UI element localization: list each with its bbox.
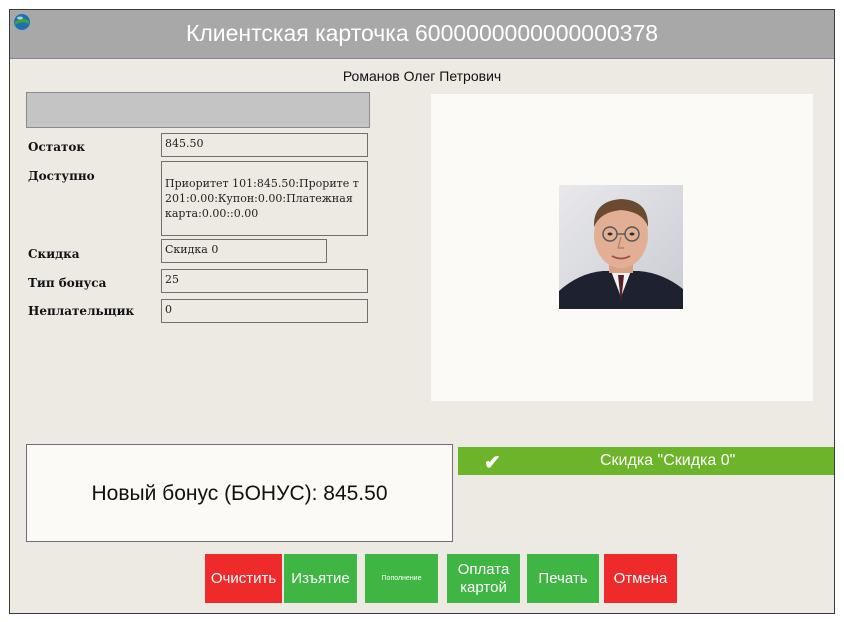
title-bar: Клиентская карточка 6000000000000000378 xyxy=(10,10,834,59)
available-label: Доступно xyxy=(28,169,95,183)
bonus-type-field[interactable]: 25 xyxy=(161,269,368,293)
card-status-bar xyxy=(26,92,370,128)
card-payment-label-line2: картой xyxy=(460,578,507,596)
non-payer-label: Неплательщик xyxy=(28,304,135,318)
discount-status-text: Скидка "Скидка 0" xyxy=(600,452,736,469)
client-name: Романов Олег Петрович xyxy=(342,68,502,84)
checkmark-icon: ✔ xyxy=(484,452,501,474)
bonus-text: Новый бонус (БОНУС): 845.50 xyxy=(91,482,388,505)
balance-field[interactable]: 845.50 xyxy=(161,133,368,157)
topup-button[interactable]: Пополнение xyxy=(365,554,438,603)
client-photo xyxy=(559,185,683,309)
card-payment-label-line1: Оплата xyxy=(457,560,510,578)
cancel-button[interactable]: Отмена xyxy=(604,554,677,603)
discount-field[interactable]: Скидка 0 xyxy=(161,239,327,263)
balance-label: Остаток xyxy=(28,140,86,154)
print-button[interactable]: Печать xyxy=(527,554,599,603)
client-photo-panel xyxy=(431,94,813,401)
bonus-info-box: Новый бонус (БОНУС): 845.50 xyxy=(26,444,453,542)
available-field[interactable]: Приоритет 101:845.50:Прорите т 201:0.00:… xyxy=(161,161,368,236)
clear-button[interactable]: Очистить xyxy=(205,554,282,603)
bonus-type-label: Тип бонуса xyxy=(28,276,107,290)
withdraw-button[interactable]: Изъятие xyxy=(284,554,357,603)
discount-status-bar: ✔ Скидка "Скидка 0" xyxy=(458,447,834,475)
window-title: Клиентская карточка 6000000000000000378 xyxy=(185,20,659,46)
non-payer-field[interactable]: 0 xyxy=(161,299,368,323)
card-payment-button[interactable]: Оплата картой xyxy=(447,554,520,603)
discount-label: Скидка xyxy=(28,247,80,261)
client-card-window: Клиентская карточка 6000000000000000378 … xyxy=(9,9,835,614)
